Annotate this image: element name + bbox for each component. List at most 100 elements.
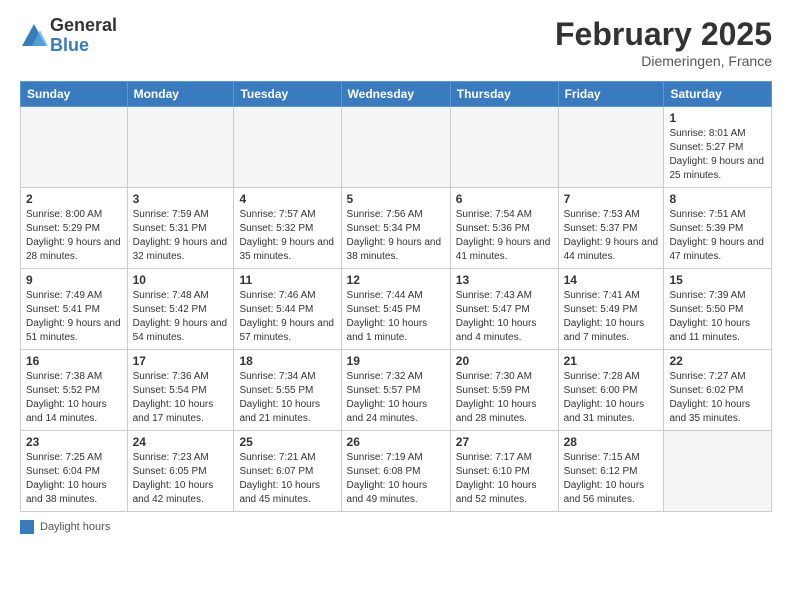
table-row: 20 Sunrise: 7:30 AM Sunset: 5:59 PM Dayli… xyxy=(450,350,558,431)
table-row: 19Sunrise: 7:32 AM Sunset: 5:57 PM Dayli… xyxy=(341,350,450,431)
day-info: Sunrise: 7:48 AM Sunset: 5:42 PM Dayligh… xyxy=(133,289,229,345)
day-info: Sunrise: 7:30 AM Sunset: 5:59 PM Dayligh… xyxy=(456,370,553,426)
table-row xyxy=(234,107,341,188)
day-info: Sunrise: 7:44 AM Sunset: 5:45 PM Dayligh… xyxy=(347,289,445,345)
day-number: 28 xyxy=(564,435,659,449)
table-row: 5Sunrise: 7:56 AM Sunset: 5:34 PM Daylig… xyxy=(341,188,450,269)
table-row xyxy=(127,107,234,188)
day-info: Sunrise: 7:59 AM Sunset: 5:31 PM Dayligh… xyxy=(133,208,229,264)
day-number: 24 xyxy=(133,435,229,449)
day-number: 23 xyxy=(26,435,122,449)
table-row: 21 Sunrise: 7:28 AM Sunset: 6:00 PM Dayli… xyxy=(558,350,664,431)
day-info: Sunrise: 7:49 AM Sunset: 5:41 PM Dayligh… xyxy=(26,289,122,345)
table-row: 24 Sunrise: 7:23 AM Sunset: 6:05 PM Dayli… xyxy=(127,431,234,512)
day-info: Sunrise: 7:28 AM Sunset: 6:00 PM Dayligh… xyxy=(564,370,659,426)
day-number: 17 xyxy=(133,354,229,368)
day-number: 26 xyxy=(347,435,445,449)
header-saturday: Saturday xyxy=(664,82,772,107)
day-info: Sunrise: 7:54 AM Sunset: 5:36 PM Dayligh… xyxy=(456,208,553,264)
day-number: 1 xyxy=(669,111,766,125)
table-row xyxy=(664,431,772,512)
day-info: Sunrise: 7:57 AM Sunset: 5:32 PM Dayligh… xyxy=(239,208,335,264)
day-info: Sunrise: 7:38 AM Sunset: 5:52 PM Dayligh… xyxy=(26,370,122,426)
table-row: 16 Sunrise: 7:38 AM Sunset: 5:52 PM Dayli… xyxy=(21,350,128,431)
day-number: 3 xyxy=(133,192,229,206)
day-number: 6 xyxy=(456,192,553,206)
table-row: 11 Sunrise: 7:46 AM Sunset: 5:44 PM Dayli… xyxy=(234,269,341,350)
day-number: 21 xyxy=(564,354,659,368)
table-row: 10 Sunrise: 7:48 AM Sunset: 5:42 PM Dayli… xyxy=(127,269,234,350)
day-info: Sunrise: 7:39 AM Sunset: 5:50 PM Dayligh… xyxy=(669,289,766,345)
day-number: 8 xyxy=(669,192,766,206)
header-friday: Friday xyxy=(558,82,664,107)
day-number: 10 xyxy=(133,273,229,287)
day-number: 7 xyxy=(564,192,659,206)
day-info: Sunrise: 7:17 AM Sunset: 6:10 PM Dayligh… xyxy=(456,451,553,507)
header-monday: Monday xyxy=(127,82,234,107)
table-row: 2 Sunrise: 8:00 AM Sunset: 5:29 PM Daylig… xyxy=(21,188,128,269)
day-number: 5 xyxy=(347,192,445,206)
day-info: Sunrise: 7:43 AM Sunset: 5:47 PM Dayligh… xyxy=(456,289,553,345)
table-row: 12 Sunrise: 7:44 AM Sunset: 5:45 PM Dayli… xyxy=(341,269,450,350)
page: General Blue February 2025 Diemeringen, … xyxy=(0,0,792,612)
day-number: 9 xyxy=(26,273,122,287)
table-row: 6 Sunrise: 7:54 AM Sunset: 5:36 PM Daylig… xyxy=(450,188,558,269)
table-row xyxy=(558,107,664,188)
calendar-week-row: 2 Sunrise: 8:00 AM Sunset: 5:29 PM Daylig… xyxy=(21,188,772,269)
table-row: 28 Sunrise: 7:15 AM Sunset: 6:12 PM Dayli… xyxy=(558,431,664,512)
table-row: 3 Sunrise: 7:59 AM Sunset: 5:31 PM Daylig… xyxy=(127,188,234,269)
day-info: Sunrise: 8:00 AM Sunset: 5:29 PM Dayligh… xyxy=(26,208,122,264)
day-number: 25 xyxy=(239,435,335,449)
calendar-week-row: 23 Sunrise: 7:25 AM Sunset: 6:04 PM Dayli… xyxy=(21,431,772,512)
day-info: Sunrise: 7:27 AM Sunset: 6:02 PM Dayligh… xyxy=(669,370,766,426)
calendar-table: Sunday Monday Tuesday Wednesday Thursday… xyxy=(20,81,772,512)
day-number: 20 xyxy=(456,354,553,368)
day-number: 2 xyxy=(26,192,122,206)
day-info: Sunrise: 7:34 AM Sunset: 5:55 PM Dayligh… xyxy=(239,370,335,426)
day-number: 27 xyxy=(456,435,553,449)
day-info: Sunrise: 7:23 AM Sunset: 6:05 PM Dayligh… xyxy=(133,451,229,507)
table-row: 9 Sunrise: 7:49 AM Sunset: 5:41 PM Daylig… xyxy=(21,269,128,350)
table-row: 13 Sunrise: 7:43 AM Sunset: 5:47 PM Dayli… xyxy=(450,269,558,350)
day-number: 16 xyxy=(26,354,122,368)
table-row xyxy=(21,107,128,188)
day-number: 11 xyxy=(239,273,335,287)
day-info: Sunrise: 7:21 AM Sunset: 6:07 PM Dayligh… xyxy=(239,451,335,507)
day-number: 4 xyxy=(239,192,335,206)
table-row: 18 Sunrise: 7:34 AM Sunset: 5:55 PM Dayli… xyxy=(234,350,341,431)
calendar-subtitle: Diemeringen, France xyxy=(555,53,772,69)
header: General Blue February 2025 Diemeringen, … xyxy=(20,16,772,69)
table-row: 23 Sunrise: 7:25 AM Sunset: 6:04 PM Dayli… xyxy=(21,431,128,512)
logo-general-text: General xyxy=(50,16,117,36)
calendar-title: February 2025 xyxy=(555,16,772,53)
table-row: 7 Sunrise: 7:53 AM Sunset: 5:37 PM Daylig… xyxy=(558,188,664,269)
table-row xyxy=(450,107,558,188)
day-info: Sunrise: 7:41 AM Sunset: 5:49 PM Dayligh… xyxy=(564,289,659,345)
day-info: Sunrise: 7:53 AM Sunset: 5:37 PM Dayligh… xyxy=(564,208,659,264)
day-info: Sunrise: 7:32 AM Sunset: 5:57 PM Dayligh… xyxy=(347,370,445,426)
day-info: Sunrise: 7:25 AM Sunset: 6:04 PM Dayligh… xyxy=(26,451,122,507)
day-info: Sunrise: 7:46 AM Sunset: 5:44 PM Dayligh… xyxy=(239,289,335,345)
table-row xyxy=(341,107,450,188)
header-sunday: Sunday xyxy=(21,82,128,107)
table-row: 25 Sunrise: 7:21 AM Sunset: 6:07 PM Dayli… xyxy=(234,431,341,512)
title-block: February 2025 Diemeringen, France xyxy=(555,16,772,69)
logo-icon xyxy=(20,22,48,50)
header-tuesday: Tuesday xyxy=(234,82,341,107)
table-row: 17Sunrise: 7:36 AM Sunset: 5:54 PM Dayli… xyxy=(127,350,234,431)
table-row: 27 Sunrise: 7:17 AM Sunset: 6:10 PM Dayli… xyxy=(450,431,558,512)
header-wednesday: Wednesday xyxy=(341,82,450,107)
legend-label: Daylight hours xyxy=(40,521,110,533)
logo: General Blue xyxy=(20,16,117,56)
logo-text: General Blue xyxy=(50,16,117,56)
table-row: 14Sunrise: 7:41 AM Sunset: 5:49 PM Dayli… xyxy=(558,269,664,350)
day-info: Sunrise: 7:15 AM Sunset: 6:12 PM Dayligh… xyxy=(564,451,659,507)
day-number: 13 xyxy=(456,273,553,287)
day-number: 18 xyxy=(239,354,335,368)
calendar-header-row: Sunday Monday Tuesday Wednesday Thursday… xyxy=(21,82,772,107)
calendar-week-row: 16 Sunrise: 7:38 AM Sunset: 5:52 PM Dayli… xyxy=(21,350,772,431)
calendar-week-row: 1Sunrise: 8:01 AM Sunset: 5:27 PM Daylig… xyxy=(21,107,772,188)
day-number: 12 xyxy=(347,273,445,287)
day-number: 15 xyxy=(669,273,766,287)
legend-color-box xyxy=(20,520,34,534)
